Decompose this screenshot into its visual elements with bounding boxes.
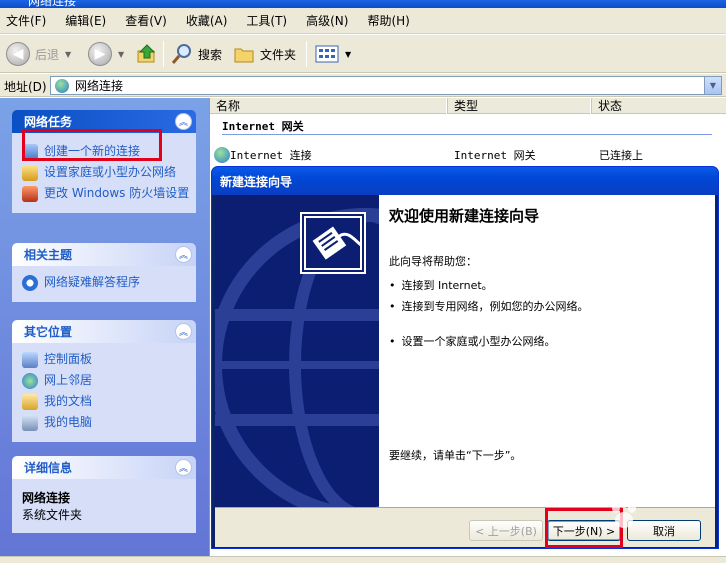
menu-tools[interactable]: 工具(T) bbox=[246, 12, 287, 29]
wizard-content: 欢迎使用新建连接向导 此向导将帮助您： 连接到 Internet。 连接到专用网… bbox=[379, 195, 715, 507]
setup-home-network-link[interactable]: 设置家庭或小型办公网络 bbox=[22, 165, 196, 181]
collapse-chevron-icon[interactable]: ︽ bbox=[175, 246, 192, 263]
back-arrow-icon: ◀ bbox=[6, 42, 30, 66]
toolbar-separator bbox=[306, 41, 307, 67]
toolbar-separator bbox=[163, 41, 164, 67]
status-bar bbox=[0, 556, 726, 563]
address-dropdown-icon[interactable]: ▼ bbox=[704, 77, 721, 94]
related-topics-panel: 相关主题 ︽ 网络疑难解答程序 bbox=[12, 243, 196, 302]
details-panel: 详细信息 ︽ 网络连接 系统文件夹 bbox=[12, 456, 196, 533]
toolbar: ◀ 后退 ▼ ▶ ▼ 搜索 文件夹 ▼ bbox=[0, 35, 726, 73]
address-label: 地址(D) bbox=[4, 80, 47, 94]
wizard-bullet: 设置一个家庭或小型办公网络。 bbox=[389, 333, 556, 349]
network-cable-icon bbox=[302, 214, 365, 272]
address-input[interactable]: 网络连接 ▼ bbox=[50, 76, 722, 95]
computer-icon bbox=[22, 415, 38, 431]
group-divider bbox=[222, 134, 712, 135]
menu-advanced[interactable]: 高级(N) bbox=[306, 12, 348, 29]
back-button[interactable]: < 上一步(B) bbox=[469, 520, 543, 541]
network-places-icon bbox=[22, 373, 38, 389]
wizard-bullet: 连接到专用网络，例如您的办公网络。 bbox=[389, 298, 589, 314]
documents-folder-icon bbox=[22, 394, 38, 410]
up-folder-icon bbox=[137, 44, 156, 63]
wizard-bullet: 连接到 Internet。 bbox=[389, 277, 493, 293]
collapse-chevron-icon[interactable]: ︽ bbox=[175, 113, 192, 130]
firewall-icon bbox=[22, 186, 38, 202]
row-status: 已连接上 bbox=[599, 149, 643, 162]
search-icon bbox=[171, 44, 191, 64]
wizard-continue-text: 要继续，请单击“下一步”。 bbox=[389, 449, 522, 462]
column-type-header[interactable]: 类型 bbox=[447, 98, 590, 114]
network-globe-icon bbox=[55, 78, 69, 93]
views-grid-icon bbox=[315, 45, 339, 63]
my-documents-link[interactable]: 我的文档 bbox=[22, 394, 196, 410]
menu-favorites[interactable]: 收藏(A) bbox=[186, 12, 228, 29]
wizard-intro: 此向导将帮助您： bbox=[389, 255, 477, 268]
folders-button[interactable]: 文件夹 bbox=[233, 35, 296, 73]
baidu-paw-logo bbox=[612, 498, 636, 528]
search-label: 搜索 bbox=[198, 47, 223, 62]
other-places-header[interactable]: 其它位置 ︽ bbox=[12, 320, 196, 343]
highlight-box bbox=[22, 129, 162, 161]
home-network-icon bbox=[22, 165, 38, 181]
related-topics-title: 相关主题 bbox=[24, 248, 73, 262]
details-header[interactable]: 详细信息 ︽ bbox=[12, 456, 196, 479]
row-type: Internet 网关 bbox=[454, 149, 536, 162]
control-panel-icon bbox=[22, 352, 38, 368]
forward-dropdown-icon[interactable]: ▼ bbox=[118, 50, 124, 59]
folders-label: 文件夹 bbox=[260, 47, 297, 62]
related-topics-header[interactable]: 相关主题 ︽ bbox=[12, 243, 196, 266]
my-computer-link[interactable]: 我的电脑 bbox=[22, 415, 196, 431]
forward-button[interactable]: ▶ ▼ bbox=[88, 35, 124, 73]
row-name: Internet 连接 bbox=[230, 149, 312, 162]
menu-bar: 文件(F) 编辑(E) 查看(V) 收藏(A) 工具(T) 高级(N) 帮助(H… bbox=[0, 8, 726, 34]
network-places-link[interactable]: 网上邻居 bbox=[22, 373, 196, 389]
menu-file[interactable]: 文件(F) bbox=[6, 12, 46, 29]
collapse-chevron-icon[interactable]: ︽ bbox=[175, 459, 192, 476]
back-label: 后退 bbox=[35, 47, 60, 62]
other-places-title: 其它位置 bbox=[24, 325, 73, 339]
back-dropdown-icon[interactable]: ▼ bbox=[65, 50, 71, 59]
up-folder-button[interactable] bbox=[136, 35, 158, 73]
column-name-header[interactable]: 名称 bbox=[210, 98, 446, 114]
menu-help[interactable]: 帮助(H) bbox=[367, 12, 409, 29]
menu-view[interactable]: 查看(V) bbox=[125, 12, 167, 29]
task-pane: 网络任务 ︽ 创建一个新的连接 设置家庭或小型办公网络 更改 Windows 防… bbox=[0, 98, 209, 556]
other-places-panel: 其它位置 ︽ 控制面板 网上邻居 我的文档 我的电脑 bbox=[12, 320, 196, 442]
baidu-watermark bbox=[604, 490, 724, 540]
menu-edit[interactable]: 编辑(E) bbox=[65, 12, 106, 29]
address-value: 网络连接 bbox=[75, 79, 124, 93]
back-button[interactable]: ◀ 后退 ▼ bbox=[6, 35, 71, 73]
internet-connection-icon bbox=[214, 147, 230, 163]
details-name: 网络连接 bbox=[22, 491, 71, 505]
list-item[interactable]: Internet 连接 Internet 网关 已连接上 bbox=[214, 147, 724, 163]
views-dropdown-icon[interactable]: ▼ bbox=[345, 50, 351, 59]
views-button[interactable]: ▼ bbox=[315, 35, 351, 73]
search-button[interactable]: 搜索 bbox=[171, 35, 222, 73]
folder-icon bbox=[234, 48, 254, 63]
details-type: 系统文件夹 bbox=[22, 508, 83, 522]
control-panel-link[interactable]: 控制面板 bbox=[22, 352, 196, 368]
collapse-chevron-icon[interactable]: ︽ bbox=[175, 323, 192, 340]
wizard-banner bbox=[215, 195, 379, 507]
forward-arrow-icon: ▶ bbox=[88, 42, 112, 66]
wizard-titlebar[interactable]: 新建连接向导 bbox=[212, 167, 718, 195]
group-label: Internet 网关 bbox=[222, 120, 304, 133]
column-status-header[interactable]: 状态 bbox=[591, 98, 726, 114]
address-bar: 地址(D) 网络连接 ▼ bbox=[0, 74, 726, 97]
network-tasks-panel: 网络任务 ︽ 创建一个新的连接 设置家庭或小型办公网络 更改 Windows 防… bbox=[12, 110, 196, 213]
window-titlebar: 网络连接 bbox=[0, 0, 726, 8]
change-firewall-settings-link[interactable]: 更改 Windows 防火墙设置 bbox=[22, 186, 196, 202]
network-troubleshooter-link[interactable]: 网络疑难解答程序 bbox=[22, 275, 196, 291]
network-tasks-title: 网络任务 bbox=[24, 115, 73, 129]
wizard-heading: 欢迎使用新建连接向导 bbox=[389, 207, 540, 225]
info-icon bbox=[22, 275, 38, 291]
wizard-title: 新建连接向导 bbox=[220, 175, 293, 189]
details-title: 详细信息 bbox=[24, 461, 73, 475]
